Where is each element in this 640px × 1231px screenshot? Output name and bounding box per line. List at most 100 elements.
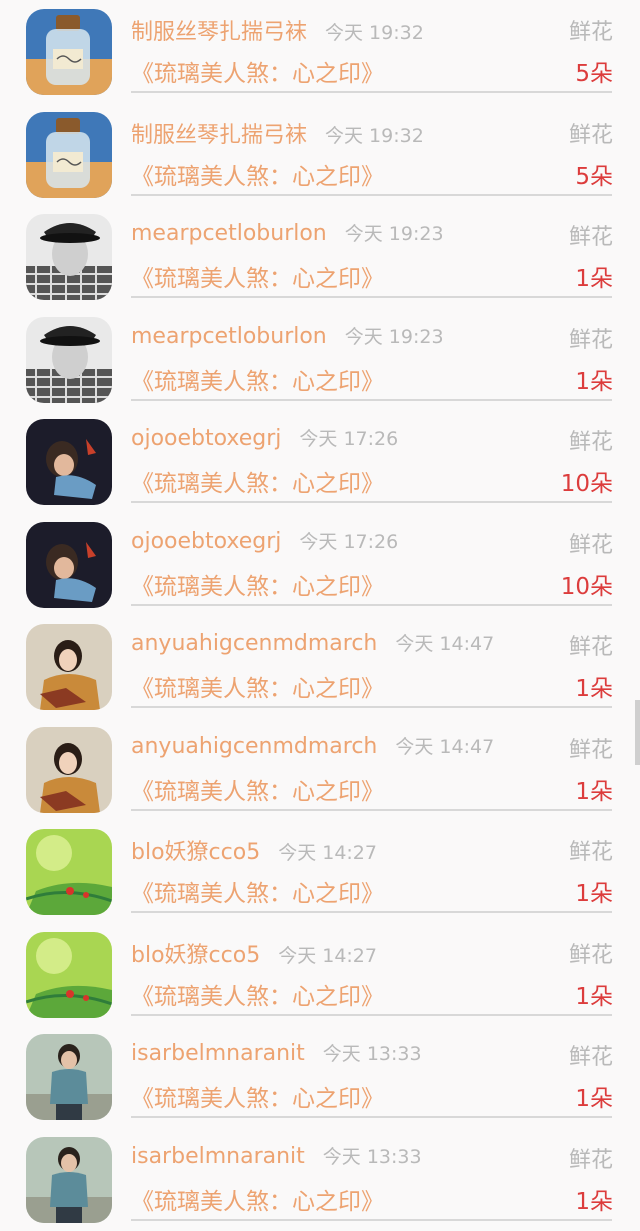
divider: [131, 1116, 612, 1118]
divider: [131, 1218, 612, 1221]
book-title[interactable]: 《琉璃美人煞：心之印》: [131, 977, 384, 1011]
username-text[interactable]: anyuahigcenmdmarch: [131, 734, 377, 759]
gift-record-row[interactable]: mearpcetloburlon 今天 19:23 鲜花《琉璃美人煞：心之印》 1朵: [0, 308, 640, 411]
book-title[interactable]: 《琉璃美人煞：心之印》: [131, 54, 384, 88]
username[interactable]: mearpcetloburlon 今天 19:23: [131, 219, 444, 246]
gift-count: 1朵: [575, 266, 613, 292]
divider: [131, 1013, 612, 1016]
divider: [131, 91, 612, 93]
avatar-image: [26, 419, 112, 505]
timestamp: 今天 19:23: [344, 325, 444, 348]
gift-record-row[interactable]: blo妖獠cco5 今天 14:27 鲜花 《琉璃美人煞：心之印》 1朵: [0, 923, 640, 1026]
username-text[interactable]: isarbelmnaranit: [131, 1144, 305, 1169]
username[interactable]: blo妖獠cco5 今天 14:27: [131, 937, 377, 969]
divider: [131, 193, 612, 196]
book-title[interactable]: 《琉璃美人煞：心之印》: [131, 464, 384, 498]
username-text[interactable]: 制服丝琴扎揣弓袜: [131, 20, 307, 45]
avatar[interactable]: [26, 111, 112, 198]
gift-count: 10朵: [560, 573, 613, 600]
gift-record-row[interactable]: blo妖獠cco5 今天 14:27 鲜花 《琉璃美人煞：心之印》 1朵: [0, 820, 640, 923]
username-text[interactable]: mearpcetloburlon: [131, 324, 327, 349]
gift-type: 鲜花: [568, 430, 613, 455]
username-text[interactable]: 制服丝琴扎揣弓袜: [131, 123, 307, 148]
avatar[interactable]: [26, 829, 112, 915]
avatar[interactable]: [26, 521, 112, 608]
divider: [131, 398, 612, 401]
book-title[interactable]: 《琉璃美人煞：心之印》: [131, 772, 384, 806]
username-text[interactable]: ojooebtoxegrj: [131, 426, 281, 451]
timestamp: 今天 14:47: [395, 633, 495, 655]
gift-record-row[interactable]: 制服丝琴扎揣弓袜 今天 19:32 鲜花 《琉璃美人煞：心之印》 5朵: [0, 103, 640, 206]
gift-count: 10朵: [560, 471, 613, 497]
book-title[interactable]: 《琉璃美人煞：心之印》: [131, 567, 384, 601]
divider: [131, 911, 612, 913]
username-text[interactable]: blo妖獠cco5: [131, 840, 260, 865]
username-text[interactable]: isarbelmnaranit: [131, 1041, 305, 1066]
gift-type: 鲜花: [568, 1045, 613, 1070]
timestamp: 今天 14:27: [278, 842, 377, 864]
avatar[interactable]: [26, 316, 112, 403]
gift-record-row[interactable]: ojooebtoxegrj 今天 17:26 鲜花《琉璃美人煞：心之印》 10朵: [0, 410, 640, 513]
book-title[interactable]: 《琉璃美人煞：心之印》: [131, 259, 384, 293]
book-title[interactable]: 《琉璃美人煞：心之印》: [131, 157, 384, 191]
username[interactable]: 制服丝琴扎揣弓袜 今天 19:32: [131, 14, 424, 46]
gift-count: 1朵: [575, 1086, 613, 1112]
username-text[interactable]: ojooebtoxegrj: [131, 529, 281, 554]
avatar[interactable]: [26, 624, 112, 710]
book-title[interactable]: 《琉璃美人煞：心之印》: [131, 874, 384, 908]
username[interactable]: isarbelmnaranit 今天 13:33: [131, 1039, 422, 1066]
username[interactable]: ojooebtoxegrj 今天 17:26: [131, 527, 398, 554]
gift-count: 1朵: [575, 1188, 613, 1215]
gift-record-row[interactable]: mearpcetloburlon 今天 19:23 鲜花 《琉璃美人煞：心之印》 1朵: [0, 205, 640, 308]
username[interactable]: isarbelmnaranit 今天 13:33: [131, 1142, 422, 1169]
username[interactable]: ojooebtoxegrj 今天 17:26: [131, 424, 398, 451]
gift-record-row[interactable]: isarbelmnaranit 今天 13:33 鲜花 《琉璃美人煞：心之印》 1朵: [0, 1128, 640, 1231]
gift-record-row[interactable]: ojooebtoxegrj 今天 17:26 鲜花 《琉璃美人煞：心之印》 10朵: [0, 513, 640, 616]
username[interactable]: blo妖獠cco5 今天 14:27: [131, 834, 377, 866]
gift-record-row[interactable]: 制服丝琴扎揣弓袜 今天 19:32 鲜花《琉璃美人煞：心之印》 5朵: [0, 0, 640, 103]
username[interactable]: 制服丝琴扎揣弓袜 今天 19:32: [131, 117, 424, 149]
avatar[interactable]: [26, 1034, 112, 1120]
avatar-image: [26, 726, 112, 813]
avatar[interactable]: [26, 419, 112, 505]
timestamp: 今天 17:26: [299, 428, 399, 450]
gift-type: 鲜花: [568, 327, 613, 353]
timestamp: 今天 14:27: [278, 944, 377, 967]
username-text[interactable]: anyuahigcenmdmarch: [131, 631, 377, 656]
username[interactable]: mearpcetloburlon 今天 19:23: [131, 322, 444, 349]
avatar[interactable]: [26, 9, 112, 95]
avatar[interactable]: [26, 726, 112, 813]
timestamp: 今天 14:47: [395, 735, 495, 758]
timestamp: 今天 17:26: [299, 530, 399, 553]
gift-record-row[interactable]: isarbelmnaranit 今天 13:33 鲜花《琉璃美人煞：心之印》 1朵: [0, 1025, 640, 1128]
username-text[interactable]: mearpcetloburlon: [131, 221, 327, 246]
gift-count: 1朵: [575, 368, 613, 395]
divider: [131, 603, 612, 606]
avatar[interactable]: [26, 1136, 112, 1223]
username[interactable]: anyuahigcenmdmarch 今天 14:47: [131, 732, 494, 759]
avatar-image: [26, 1136, 112, 1223]
avatar-image: [26, 111, 112, 198]
scrollbar[interactable]: [635, 700, 640, 765]
book-title[interactable]: 《琉璃美人煞：心之印》: [131, 1079, 384, 1113]
avatar[interactable]: [26, 214, 112, 300]
avatar[interactable]: [26, 931, 112, 1018]
gift-count: 1朵: [575, 778, 613, 805]
gift-count: 5朵: [575, 61, 613, 87]
username[interactable]: anyuahigcenmdmarch 今天 14:47: [131, 629, 494, 656]
timestamp: 今天 13:33: [322, 1145, 422, 1168]
gift-record-row[interactable]: anyuahigcenmdmarch 今天 14:47 鲜花 《琉璃美人煞：心之印》 1…: [0, 615, 640, 718]
avatar-image: [26, 521, 112, 608]
book-title[interactable]: 《琉璃美人煞：心之印》: [131, 1182, 384, 1216]
book-title[interactable]: 《琉璃美人煞：心之印》: [131, 362, 384, 396]
divider: [131, 296, 612, 298]
book-title[interactable]: 《琉璃美人煞：心之印》: [131, 669, 384, 703]
divider: [131, 706, 612, 708]
timestamp: 今天 19:23: [344, 223, 444, 245]
avatar-image: [26, 931, 112, 1018]
gift-type: 鲜花: [568, 20, 613, 45]
username-text[interactable]: blo妖獠cco5: [131, 943, 260, 968]
gift-record-row[interactable]: anyuahigcenmdmarch 今天 14:47 鲜花 《琉璃美人煞：心之印》 1…: [0, 718, 640, 821]
gift-count: 5朵: [575, 163, 613, 190]
gift-type: 鲜花: [568, 942, 613, 968]
